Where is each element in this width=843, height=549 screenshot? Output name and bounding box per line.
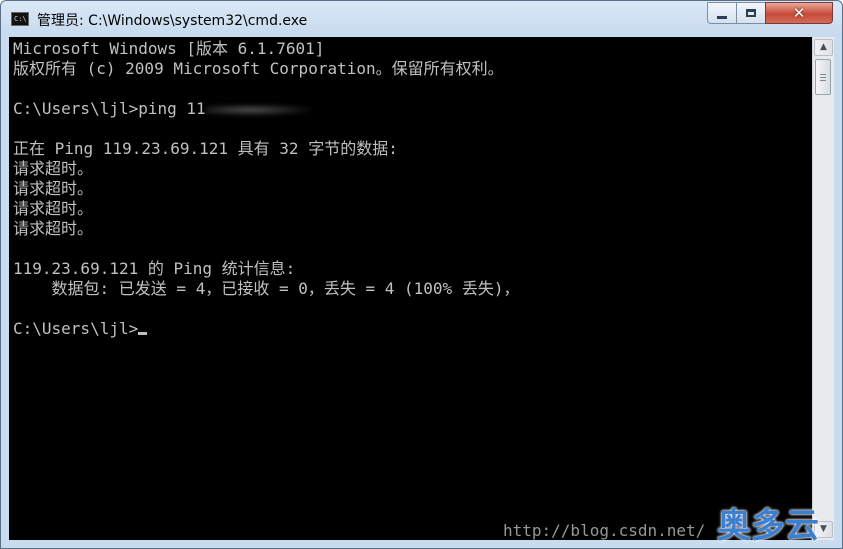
console-line: 请求超时。	[13, 159, 94, 178]
chevron-up-icon: ▲	[820, 42, 827, 52]
maximize-icon	[746, 9, 756, 17]
redacted-ip-blur	[205, 103, 316, 116]
command-text: C:\Users\ljl>ping 11	[13, 99, 206, 118]
watermark-logo: 奥多云	[717, 506, 819, 546]
minimize-icon	[717, 15, 727, 19]
console-line-ping-command: C:\Users\ljl>ping 11	[13, 99, 316, 119]
prompt-text: C:\Users\ljl>	[13, 319, 139, 338]
text-cursor	[138, 332, 148, 335]
window-title: 管理员: C:\Windows\system32\cmd.exe	[37, 13, 308, 29]
minimize-button[interactable]	[707, 2, 737, 24]
scrollbar-thumb[interactable]	[815, 59, 831, 95]
cmd-console-icon[interactable]: C:\	[11, 12, 29, 26]
console-line: 请求超时。	[13, 179, 94, 198]
cmd-window: C:\ 管理员: C:\Windows\system32\cmd.exe ✕ M…	[0, 0, 843, 549]
scroll-up-button[interactable]: ▲	[814, 39, 833, 56]
close-button[interactable]: ✕	[765, 2, 833, 24]
watermark-url: http://blog.csdn.net/	[503, 521, 706, 540]
console-line: Microsoft Windows [版本 6.1.7601]	[13, 39, 325, 58]
console-line: 119.23.69.121 的 Ping 统计信息:	[13, 259, 296, 278]
console-prompt-line: C:\Users\ljl>	[13, 319, 148, 339]
close-icon: ✕	[792, 3, 806, 22]
thumb-grip-line	[820, 80, 826, 81]
title-bar[interactable]: C:\ 管理员: C:\Windows\system32\cmd.exe ✕	[1, 1, 842, 37]
vertical-scrollbar[interactable]: ▲ ▼	[812, 37, 834, 540]
console-line: 数据包: 已发送 = 4，已接收 = 0，丢失 = 4 (100% 丢失)，	[13, 279, 520, 298]
thumb-grip-line	[820, 77, 826, 78]
console-line: 版权所有 (c) 2009 Microsoft Corporation。保留所有…	[13, 59, 504, 78]
console-line: 请求超时。	[13, 199, 94, 218]
thumb-grip-line	[820, 74, 826, 75]
console-output[interactable]: Microsoft Windows [版本 6.1.7601] 版权所有 (c)…	[9, 37, 812, 540]
console-line: 请求超时。	[13, 219, 94, 238]
console-line: 正在 Ping 119.23.69.121 具有 32 字节的数据:	[13, 139, 398, 158]
chevron-down-icon: ▼	[820, 524, 827, 534]
maximize-button[interactable]	[736, 2, 766, 24]
